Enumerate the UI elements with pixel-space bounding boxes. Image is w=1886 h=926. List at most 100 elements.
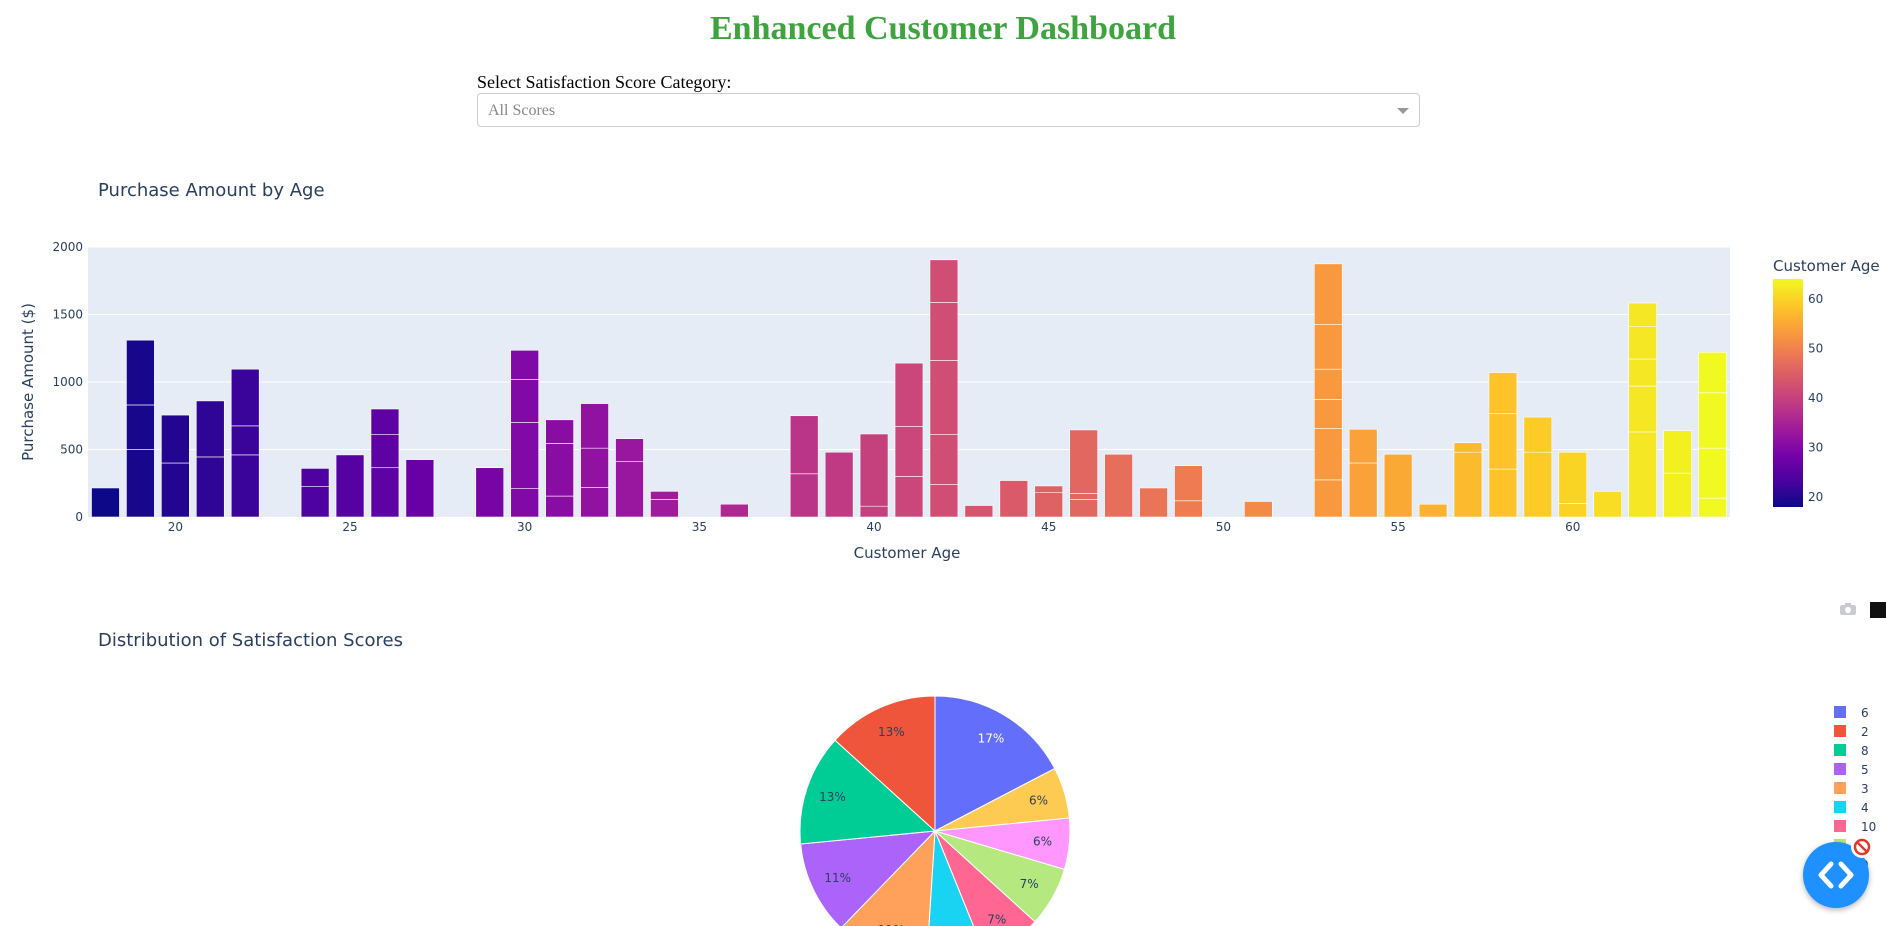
bar-segment[interactable] [1034, 485, 1064, 494]
bar-age-60[interactable] [1558, 451, 1588, 518]
bar-segment[interactable] [335, 454, 365, 518]
bar-age-26[interactable] [370, 408, 400, 518]
bar-segment[interactable] [196, 400, 225, 458]
bar-age-22[interactable] [230, 368, 260, 518]
bar-segment[interactable] [1139, 487, 1168, 518]
bar-segment[interactable] [615, 438, 644, 462]
bar-segment[interactable] [1348, 428, 1378, 464]
legend-label[interactable]: 2 [1861, 725, 1869, 739]
bar-segment[interactable] [1628, 302, 1657, 327]
block-icon[interactable] [1851, 836, 1873, 858]
bar-age-20[interactable] [161, 414, 190, 518]
bar-segment[interactable] [580, 403, 609, 449]
bar-segment[interactable] [161, 414, 190, 464]
bar-segment[interactable] [1698, 447, 1727, 499]
bar-segment[interactable] [1628, 385, 1657, 433]
bar-segment[interactable] [1104, 453, 1133, 518]
bar-age-25[interactable] [335, 454, 365, 518]
bar-segment[interactable] [1488, 413, 1518, 470]
pie-slice-2[interactable] [834, 695, 936, 833]
bar-age-29[interactable] [475, 467, 505, 518]
bar-segment[interactable] [230, 425, 260, 456]
bar-age-44[interactable] [999, 480, 1029, 518]
pie-slice-5[interactable] [800, 830, 937, 926]
bar-segment[interactable] [300, 486, 330, 518]
bar-segment[interactable] [1663, 472, 1692, 518]
bar-segment[interactable] [1558, 451, 1588, 504]
bar-segment[interactable] [580, 447, 609, 488]
bar-age-27[interactable] [405, 459, 435, 518]
bar-segment[interactable] [789, 473, 819, 518]
legend-swatch[interactable] [1834, 706, 1846, 718]
bar-segment[interactable] [1244, 501, 1273, 518]
bar-segment[interactable] [370, 408, 400, 435]
bar-segment[interactable] [1313, 368, 1343, 400]
bar-segment[interactable] [126, 404, 155, 450]
bar-segment[interactable] [370, 434, 400, 469]
bar-age-57[interactable] [1453, 442, 1483, 518]
bar-segment[interactable] [1488, 468, 1518, 518]
bar-segment[interactable] [1313, 479, 1343, 518]
pie-slice-?[interactable] [934, 830, 1066, 923]
bar-age-54[interactable] [1348, 428, 1378, 518]
bar-age-55[interactable] [1383, 453, 1413, 518]
legend-swatch[interactable] [1834, 820, 1846, 832]
bar-segment[interactable] [510, 378, 539, 423]
bar-age-31[interactable] [545, 419, 574, 518]
camera-icon[interactable] [1840, 603, 1856, 615]
bar-segment[interactable] [475, 467, 505, 518]
bar-segment[interactable] [161, 462, 190, 518]
bar-segment[interactable] [1698, 392, 1727, 449]
bar-segment[interactable] [580, 486, 609, 518]
bar-segment[interactable] [1698, 351, 1727, 394]
bar-age-63[interactable] [1663, 430, 1692, 518]
bar-segment[interactable] [1313, 263, 1343, 325]
bar-segment[interactable] [720, 503, 749, 518]
legend-label[interactable]: 4 [1861, 801, 1869, 815]
legend-swatch[interactable] [1834, 763, 1846, 775]
bar-age-58[interactable] [1488, 372, 1518, 518]
bar-age-43[interactable] [964, 505, 994, 518]
bar-segment[interactable] [196, 456, 225, 518]
bar-segment[interactable] [510, 349, 539, 380]
bar-age-39[interactable] [824, 451, 854, 518]
bar-age-33[interactable] [615, 438, 644, 518]
bar-segment[interactable] [510, 422, 539, 489]
bar-age-19[interactable] [126, 339, 155, 518]
bar-segment[interactable] [1069, 499, 1098, 518]
bar-segment[interactable] [510, 488, 539, 518]
legend-swatch[interactable] [1834, 782, 1846, 794]
bar-age-42[interactable] [929, 259, 959, 518]
pie-slice-3[interactable] [841, 829, 936, 926]
bar-segment[interactable] [126, 449, 155, 518]
bar-segment[interactable] [1628, 326, 1657, 360]
bar-segment[interactable] [1628, 358, 1657, 387]
bar-segment[interactable] [929, 360, 959, 435]
bar-age-51[interactable] [1244, 501, 1273, 518]
legend-label[interactable]: 6 [1861, 706, 1869, 720]
bar-segment[interactable] [1523, 416, 1553, 453]
bar-age-30[interactable] [510, 349, 539, 518]
pie-slice-9[interactable] [934, 767, 1070, 832]
legend-swatch[interactable] [1834, 725, 1846, 737]
bar-segment[interactable] [1523, 451, 1553, 518]
legend-label[interactable]: 8 [1861, 744, 1869, 758]
bar-segment[interactable] [929, 259, 959, 303]
bar-age-59[interactable] [1523, 416, 1553, 518]
bar-segment[interactable] [894, 426, 924, 477]
bar-segment[interactable] [1453, 442, 1483, 453]
bar-segment[interactable] [824, 451, 854, 518]
legend-label[interactable]: 10 [1861, 820, 1876, 834]
bar-segment[interactable] [545, 419, 574, 444]
bar-segment[interactable] [1593, 491, 1622, 518]
bar-segment[interactable] [1418, 503, 1448, 518]
bar-segment[interactable] [405, 459, 435, 518]
bar-segment[interactable] [91, 487, 120, 518]
bar-segment[interactable] [1628, 431, 1657, 518]
pie-slice-?[interactable] [934, 817, 1071, 871]
bar-segment[interactable] [1698, 497, 1727, 518]
bar-age-48[interactable] [1139, 487, 1168, 518]
bar-segment[interactable] [545, 495, 574, 518]
plotly-logo-icon[interactable] [1870, 602, 1886, 618]
pie-slice-8[interactable] [799, 739, 937, 845]
